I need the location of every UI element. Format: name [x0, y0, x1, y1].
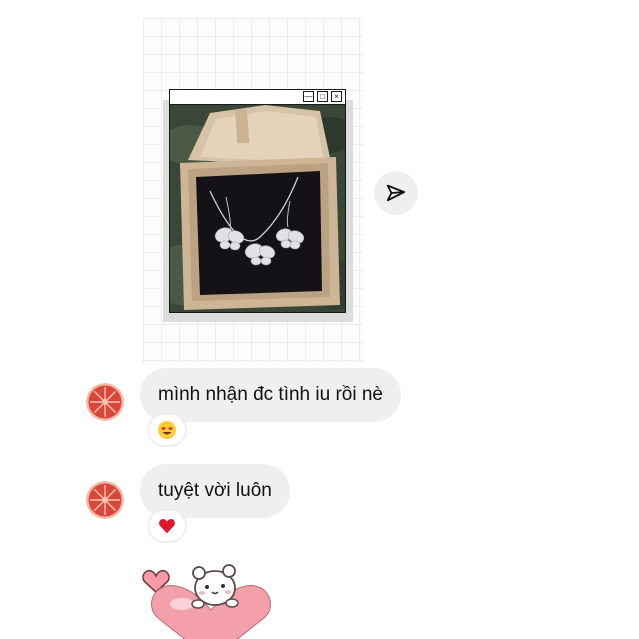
retro-window-frame[interactable]: — □ ×: [169, 89, 346, 313]
necklace-photo[interactable]: [170, 105, 345, 312]
close-icon: ×: [331, 91, 342, 102]
share-send-button[interactable]: [374, 171, 418, 215]
message-text: tuyệt vời luôn: [158, 480, 272, 501]
sender-avatar[interactable]: [86, 383, 124, 421]
window-titlebar: — □ ×: [170, 90, 345, 105]
send-paper-plane-icon: [386, 184, 406, 202]
message-reaction[interactable]: [149, 415, 185, 445]
message-reaction[interactable]: [149, 511, 185, 541]
bear-heart-sticker[interactable]: [136, 560, 286, 639]
heart-eyes-emoji: [158, 421, 176, 439]
message-text: mình nhận đc tình iu rồi nè: [158, 384, 383, 405]
minimize-icon: —: [303, 91, 314, 102]
grapefruit-slice-avatar: [86, 481, 124, 519]
message-bubble[interactable]: tuyệt vời luôn: [140, 464, 290, 518]
grapefruit-slice-avatar: [86, 383, 124, 421]
red-heart-emoji: [159, 518, 175, 534]
maximize-icon: □: [317, 91, 328, 102]
bear-hugging-heart-sticker: [142, 564, 271, 639]
necklace-gift-box-image: [170, 105, 345, 312]
sender-avatar[interactable]: [86, 481, 124, 519]
message-bubble[interactable]: mình nhận đc tình iu rồi nè: [140, 368, 401, 422]
